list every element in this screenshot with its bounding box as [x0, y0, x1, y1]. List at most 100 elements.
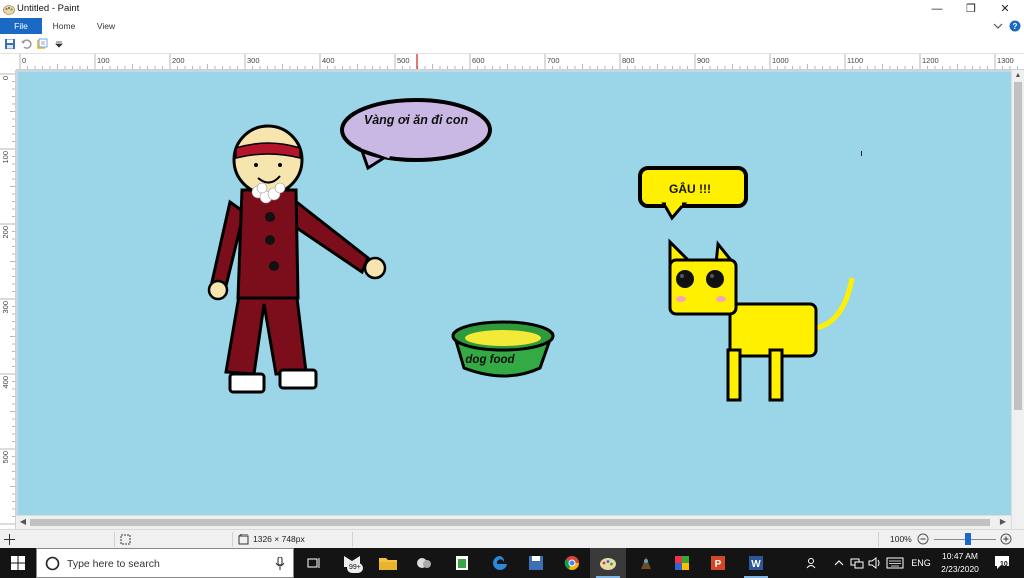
action-center-button[interactable]: 10	[994, 554, 1012, 572]
app-icon	[417, 558, 431, 568]
vertical-ruler: 0 100 200 300 400 500	[0, 70, 16, 530]
undo-icon[interactable]	[20, 38, 32, 50]
paint-app-icon	[3, 5, 15, 15]
ruler-label: 100	[97, 56, 110, 65]
chrome-icon	[564, 556, 579, 570]
ruler-label: 1100	[847, 56, 863, 65]
windows-start-icon[interactable]	[11, 556, 25, 570]
zoom-out-icon[interactable]	[917, 533, 929, 545]
notepad-icon	[456, 556, 468, 570]
vertical-ruler-ticks: 0 100 200 300 400 500	[0, 73, 15, 525]
close-button[interactable]: ✕	[988, 0, 1022, 18]
quick-access-toolbar	[0, 34, 1024, 54]
chevron-down-icon[interactable]	[993, 22, 1003, 30]
title-bar: Untitled - Paint — ❐ ✕	[0, 0, 1024, 18]
restore-button[interactable]: ❐	[954, 0, 988, 18]
ruler-label: 1200	[922, 56, 939, 65]
drawing: Vàng ơi ăn đi con dog food GÂU !!!	[207, 98, 862, 402]
taskbar-file-explorer[interactable]	[370, 548, 406, 578]
drawing-canvas[interactable]: Vàng ơi ăn đi con dog food GÂU !!!	[18, 72, 1011, 515]
taskbar-word[interactable]: W	[738, 548, 774, 578]
ruler-label: 500	[397, 56, 410, 65]
keyboard-icon[interactable]	[886, 557, 904, 569]
people-icon[interactable]	[806, 557, 818, 569]
image-size-icon	[238, 534, 249, 545]
ruler-label: 600	[472, 56, 485, 65]
redo-icon[interactable]	[36, 38, 48, 50]
edge-icon	[493, 556, 507, 570]
tray-chevron-up-icon[interactable]	[834, 559, 844, 567]
ruler-label: 0	[1, 76, 10, 80]
svg-text:W: W	[751, 559, 761, 570]
dog-speech-bubble: GÂU !!!	[638, 166, 748, 221]
dog-figure	[668, 238, 855, 402]
powerpoint-icon: P	[711, 556, 725, 570]
man-speech-text: Vàng ơi ăn đi con	[364, 113, 469, 127]
clock-date: 2/23/2020	[941, 564, 979, 574]
taskbar-mail[interactable]: 99+	[334, 548, 370, 578]
taskbar-edge[interactable]	[482, 548, 518, 578]
tab-view[interactable]: View	[88, 18, 124, 34]
ruler-label: 800	[622, 56, 635, 65]
taskbar-app-office[interactable]	[664, 548, 700, 578]
mail-badge: 99+	[347, 563, 363, 573]
svg-text:P: P	[715, 559, 722, 570]
dog-bowl: dog food	[451, 320, 555, 378]
horizontal-ruler: 0 100 200 300 400 500 600 700 800 900 1000 1100 1200…	[16, 54, 1024, 70]
notification-count: 10	[1000, 561, 1008, 568]
ruler-label: 1300	[997, 56, 1014, 65]
taskbar-paint[interactable]	[590, 548, 626, 578]
horizontal-ruler-ticks: 0 100 200 300 400 500 600 700 800 900 1000 1100 1200…	[19, 54, 1018, 69]
horizontal-scroll-thumb[interactable]	[30, 519, 990, 526]
system-clock[interactable]: 10:47 AM 2/23/2020	[928, 550, 992, 576]
window-title: Untitled - Paint	[17, 3, 80, 14]
taskbar-app-white[interactable]	[406, 548, 442, 578]
ruler-label: 300	[247, 56, 260, 65]
search-icon	[45, 556, 60, 571]
customize-toolbar-icon[interactable]	[54, 38, 64, 50]
status-bar: 1326 × 748px 100%	[0, 529, 1024, 548]
ruler-label: 400	[1, 376, 10, 389]
ruler-corner	[0, 54, 16, 70]
game-icon	[641, 557, 651, 569]
ruler-label: 700	[547, 56, 560, 65]
office-icon	[675, 556, 689, 570]
zoom-in-icon[interactable]	[1000, 533, 1012, 545]
vertical-scroll-thumb[interactable]	[1014, 82, 1022, 410]
horizontal-scrollbar[interactable]: ◀ ▶	[16, 515, 1011, 529]
save-icon[interactable]	[4, 38, 16, 50]
canvas-area: Vàng ơi ăn đi con dog food GÂU !!!	[16, 70, 1011, 515]
old-man-figure	[207, 124, 387, 394]
microphone-icon[interactable]	[275, 557, 285, 571]
vertical-scrollbar[interactable]: ▲	[1011, 70, 1024, 530]
ruler-label: 500	[1, 451, 10, 464]
minimize-button[interactable]: —	[920, 0, 954, 18]
network-icon[interactable]	[850, 557, 864, 569]
taskbar-powerpoint[interactable]: P	[700, 548, 736, 578]
help-icon[interactable]: ?	[1009, 20, 1021, 32]
taskbar-notepad[interactable]	[444, 548, 480, 578]
selection-size-icon	[120, 534, 131, 545]
taskbar-save-app[interactable]	[518, 548, 554, 578]
folder-icon	[379, 558, 397, 570]
taskbar: Type here to search 99+ P W ENG 10:47 AM…	[0, 548, 1024, 578]
ruler-label: 0	[22, 56, 26, 65]
volume-icon[interactable]	[868, 557, 882, 569]
floppy-icon	[529, 556, 543, 570]
zoom-level: 100%	[890, 534, 912, 544]
task-view-button[interactable]	[296, 548, 332, 578]
ruler-label: 200	[1, 226, 10, 239]
scroll-left-arrow[interactable]: ◀	[18, 517, 28, 528]
search-placeholder: Type here to search	[67, 558, 160, 570]
cursor-position-icon	[4, 534, 15, 545]
taskbar-chrome[interactable]	[554, 548, 590, 578]
search-box[interactable]: Type here to search	[36, 548, 294, 578]
ruler-label: 900	[697, 56, 710, 65]
tab-home[interactable]: Home	[46, 18, 82, 34]
scroll-up-arrow[interactable]: ▲	[1014, 72, 1022, 81]
tab-file[interactable]: File	[0, 18, 42, 34]
ruler-label: 100	[1, 151, 10, 164]
scroll-right-arrow[interactable]: ▶	[998, 517, 1008, 528]
zoom-slider-thumb[interactable]	[965, 533, 971, 545]
taskbar-app-game[interactable]	[628, 548, 664, 578]
